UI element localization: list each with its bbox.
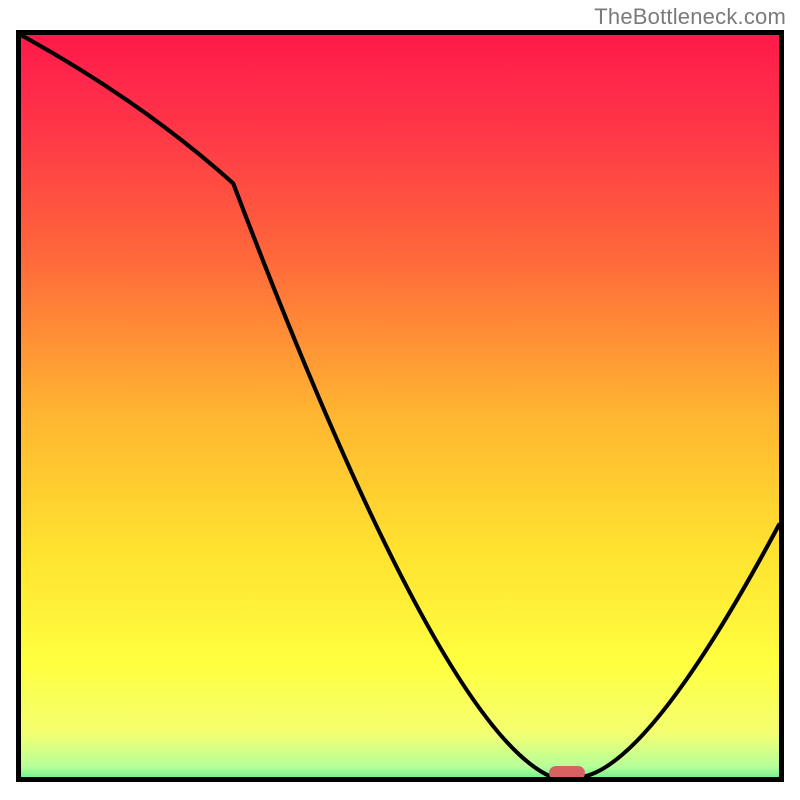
- bottleneck-curve: [21, 35, 779, 777]
- watermark-text: TheBottleneck.com: [594, 4, 786, 30]
- optimal-marker: [549, 766, 585, 780]
- chart-frame: [16, 30, 784, 782]
